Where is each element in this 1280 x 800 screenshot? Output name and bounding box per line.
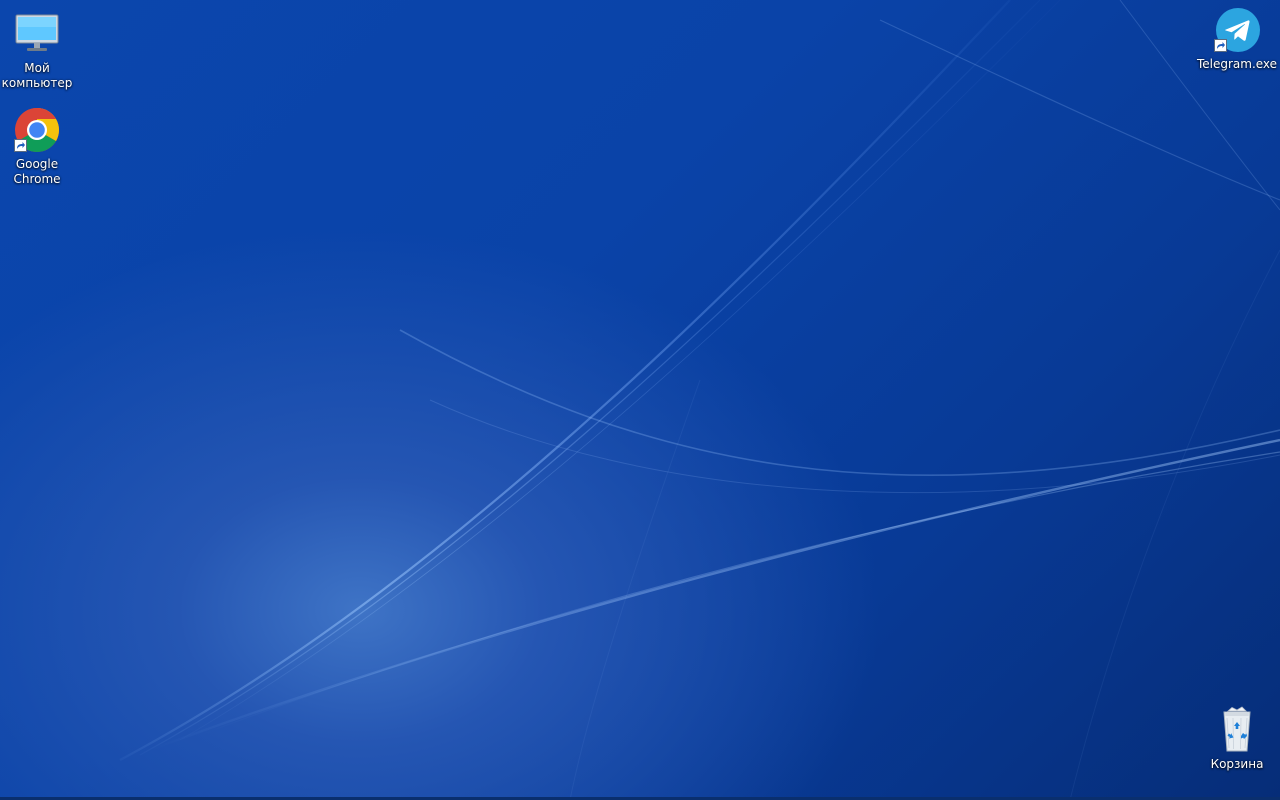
wallpaper-light-streaks [119,0,1280,800]
desktop-icon-label: Мой компьютер [1,61,73,90]
telegram-icon [1213,6,1261,54]
shortcut-arrow-icon [1214,39,1227,52]
desktop-icon-telegram[interactable]: Telegram.exe [1196,6,1278,72]
desktop-icon-my-computer[interactable]: Мой компьютер [0,10,74,91]
desktop-icon-recycle-bin[interactable]: Корзина [1200,706,1274,772]
monitor-icon [13,10,61,58]
desktop[interactable]: Мой компьютер Google Chrome Telegram.exe… [0,0,1280,800]
desktop-icon-label: Telegram.exe [1196,57,1278,71]
desktop-icon-label: Корзина [1210,757,1264,771]
recycle-bin-icon [1213,706,1261,754]
chrome-icon [13,106,61,154]
desktop-icon-google-chrome[interactable]: Google Chrome [0,106,74,187]
desktop-icon-label: Google Chrome [13,157,61,186]
shortcut-arrow-icon [14,139,27,152]
